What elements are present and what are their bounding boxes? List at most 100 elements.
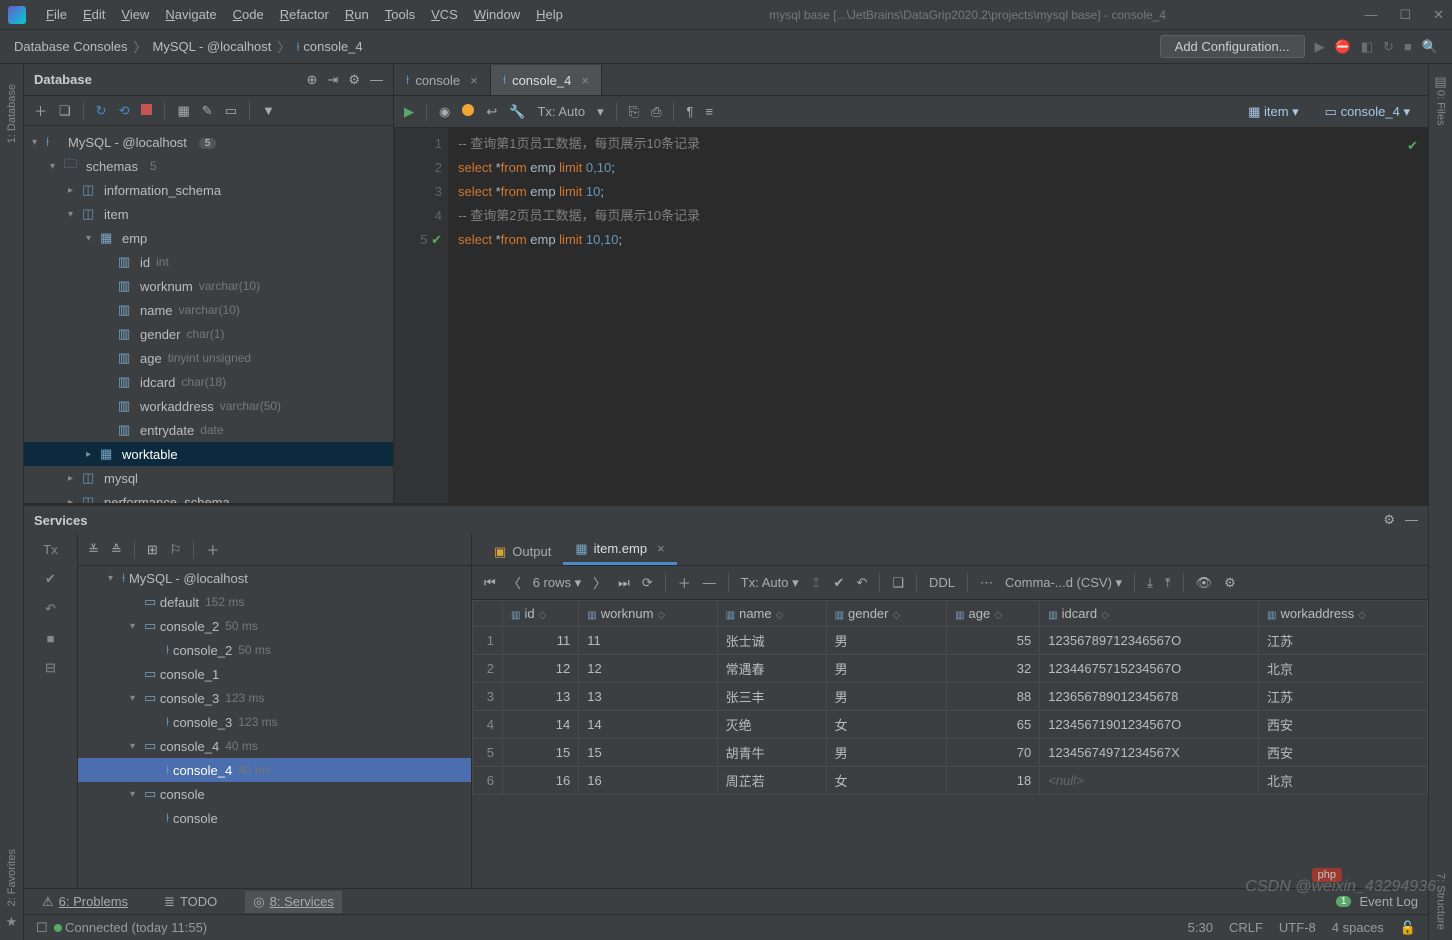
tx-mode-dropdown[interactable]: Tx: Auto (537, 104, 585, 119)
event-log-button[interactable]: Event Log (1359, 894, 1418, 909)
tree-node[interactable]: ▾▦emp (24, 226, 393, 250)
menu-code[interactable]: Code (225, 7, 272, 22)
indent[interactable]: 4 spaces (1332, 920, 1384, 935)
encoding[interactable]: UTF-8 (1279, 920, 1316, 935)
services-tree-node[interactable]: ⟊ console_440 ms (78, 758, 471, 782)
tree-node[interactable]: ▾⟊MySQL - @localhost5 (24, 130, 393, 154)
search-icon[interactable]: 🔍 (1422, 39, 1438, 55)
result-grid[interactable]: ▥id◇▥worknum◇▥name◇▥gender◇▥age◇▥idcard◇… (472, 600, 1428, 888)
favorites-tool-tab[interactable]: 2: Favorites (6, 849, 18, 906)
menu-refactor[interactable]: Refactor (272, 7, 337, 22)
editor-tab[interactable]: ⟊console_4× (491, 65, 602, 95)
breadcrumb[interactable]: Database Consoles (14, 39, 127, 54)
column-header[interactable]: ▥gender◇ (826, 601, 947, 627)
todo-tab[interactable]: ≣TODO (156, 891, 225, 913)
tree-node[interactable]: ▥idint (24, 250, 393, 274)
tx-dropdown[interactable]: Tx: Auto ▾ (741, 575, 799, 591)
tree-node[interactable]: ▾🗀schemas5 (24, 154, 393, 178)
check-icon[interactable]: ✔ (45, 571, 56, 587)
breadcrumb[interactable]: MySQL - @localhost (152, 39, 271, 54)
first-page-icon[interactable]: ⏮ (484, 575, 496, 591)
rows-dropdown[interactable]: 6 rows ▾ (533, 575, 581, 591)
tree-node[interactable]: ▥entrydatedate (24, 418, 393, 442)
tree-node[interactable]: ▥genderchar(1) (24, 322, 393, 346)
edit-icon[interactable]: ✎ (202, 103, 213, 119)
commit-icon[interactable] (462, 104, 474, 119)
tree-node[interactable]: ▸◫mysql (24, 466, 393, 490)
submit-icon[interactable]: ✔ (834, 575, 845, 591)
collapse-icon[interactable]: ⇥ (327, 72, 338, 88)
hide-icon[interactable]: — (1405, 512, 1418, 528)
menu-vcs[interactable]: VCS (423, 7, 466, 22)
close-icon[interactable]: × (470, 73, 478, 88)
add-icon[interactable]: ＋ (34, 101, 47, 120)
column-header[interactable]: ▥workaddress◇ (1259, 601, 1428, 627)
duplicate-icon[interactable]: ❏ (59, 103, 71, 119)
upload-icon[interactable]: ⤒ (1165, 575, 1171, 591)
services-tree-node[interactable]: ▾▭ console_250 ms (78, 614, 471, 638)
target-icon[interactable]: ⊕ (307, 72, 318, 88)
services-tree[interactable]: ▾⟊ MySQL - @localhost▭ default152 ms▾▭ c… (78, 566, 471, 888)
wrench-icon[interactable]: 🔧 (509, 104, 525, 120)
column-header[interactable]: ▥id◇ (503, 601, 579, 627)
stop-icon[interactable]: ■ (47, 631, 55, 646)
tree-node[interactable]: ▾◫item (24, 202, 393, 226)
table-row[interactable]: 11111张士诚男5512356789712346567O江苏 (473, 627, 1428, 655)
lock-icon[interactable]: 🔓 (1400, 920, 1416, 936)
caret-pos[interactable]: 5:30 (1188, 920, 1213, 935)
schema-chip[interactable]: ▦ item ▾ (1240, 102, 1307, 122)
console-icon[interactable]: ▭ (225, 103, 237, 119)
collapse-icon[interactable]: ≙ (111, 542, 122, 558)
add-row-icon[interactable]: ＋ (678, 573, 691, 592)
view-icon[interactable]: 👁 (1196, 575, 1213, 591)
clone-icon[interactable]: ❏ (892, 575, 904, 591)
services-tree-node[interactable]: ▾▭ console_440 ms (78, 734, 471, 758)
rollback-icon[interactable]: ↩ (486, 104, 497, 120)
menu-view[interactable]: View (113, 7, 157, 22)
refresh-icon[interactable]: ↻ (96, 103, 107, 119)
reload-icon[interactable]: ⟳ (642, 575, 653, 591)
editor-tab[interactable]: ⟊console× (394, 65, 491, 95)
gear-icon[interactable]: ⚙ (348, 72, 360, 88)
add-configuration-button[interactable]: Add Configuration... (1160, 35, 1305, 58)
group-icon[interactable]: ⊞ (147, 542, 158, 558)
database-tool-tab[interactable]: 1: Database (6, 84, 18, 143)
layout-icon[interactable]: ⊟ (45, 660, 56, 676)
line-sep[interactable]: CRLF (1229, 920, 1263, 935)
tree-node[interactable]: ▥namevarchar(10) (24, 298, 393, 322)
explain2-icon[interactable]: ⎙ (651, 104, 661, 120)
tree-node[interactable]: ▥workaddressvarchar(50) (24, 394, 393, 418)
run-icon[interactable]: ▶ (404, 104, 414, 120)
download-icon[interactable]: ⤓ (1147, 575, 1153, 591)
stop-icon[interactable]: ■ (1404, 39, 1412, 54)
commit-icon[interactable]: ↥ (811, 575, 822, 591)
maximize-icon[interactable]: ☐ (1399, 7, 1411, 23)
services-tree-node[interactable]: ▭ default152 ms (78, 590, 471, 614)
filter-icon[interactable]: ⚐ (170, 542, 182, 558)
stop-icon[interactable]: ◉ (439, 104, 450, 120)
hide-icon[interactable]: — (370, 72, 383, 88)
menu-run[interactable]: Run (337, 7, 377, 22)
settings-icon[interactable]: ≡ (705, 104, 713, 119)
para-icon[interactable]: ¶ (686, 104, 693, 119)
more-icon[interactable]: ⋯ (980, 575, 993, 591)
services-tree-node[interactable]: ▾▭ console_3123 ms (78, 686, 471, 710)
structure-tool-tab[interactable]: 7: Structure (1435, 873, 1447, 930)
table-row[interactable]: 31313张三丰男88123656789012345678江苏 (473, 683, 1428, 711)
table-tab[interactable]: ▦item.emp× (563, 536, 676, 565)
debug-icon[interactable]: ⛔ (1335, 39, 1351, 55)
column-header[interactable]: ▥worknum◇ (579, 601, 717, 627)
prev-page-icon[interactable]: 〈 (508, 573, 521, 592)
services-tree-node[interactable]: ▾▭ console (78, 782, 471, 806)
menu-tools[interactable]: Tools (377, 7, 423, 22)
tree-node[interactable]: ▥idcardchar(18) (24, 370, 393, 394)
filter-icon[interactable]: ▼ (262, 103, 275, 118)
column-header[interactable]: ▥age◇ (947, 601, 1040, 627)
line-gutter[interactable]: 12345 ✔ (394, 128, 448, 503)
menu-file[interactable]: File (38, 7, 75, 22)
services-tree-node[interactable]: ▭ console_1 (78, 662, 471, 686)
tree-node[interactable]: ▥agetinyint unsigned (24, 346, 393, 370)
problems-tab[interactable]: ⚠6: Problems (34, 891, 136, 913)
services-tab[interactable]: ◎8: Services (245, 891, 342, 913)
minimize-icon[interactable]: — (1364, 7, 1377, 23)
